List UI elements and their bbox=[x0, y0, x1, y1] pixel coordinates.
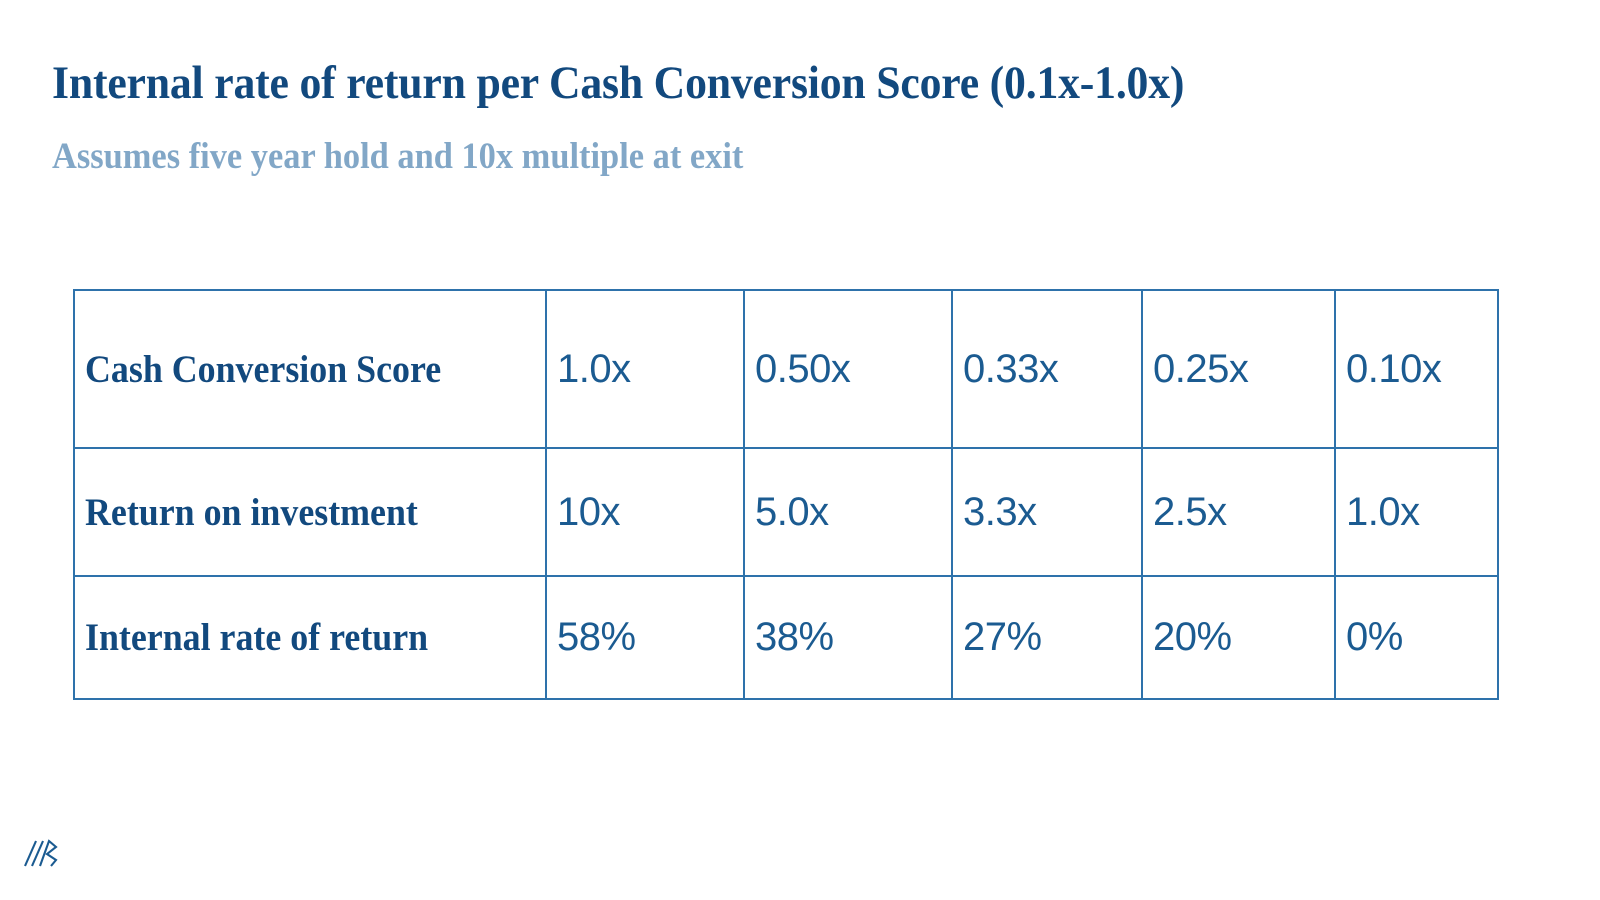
page-subtitle: Assumes five year hold and 10x multiple … bbox=[52, 136, 744, 177]
irr-table: Cash Conversion Score 1.0x 0.50x 0.33x 0… bbox=[73, 289, 1499, 700]
cell-ccs-2: 0.50x bbox=[743, 289, 953, 449]
cell-roi-5: 1.0x bbox=[1334, 447, 1499, 577]
cell-irr-4: 20% bbox=[1141, 575, 1336, 700]
cell-roi-2: 5.0x bbox=[743, 447, 953, 577]
table-row: Return on investment 10x 5.0x 3.3x 2.5x … bbox=[73, 447, 1499, 577]
cell-roi-4: 2.5x bbox=[1141, 447, 1336, 577]
slide-canvas: Internal rate of return per Cash Convers… bbox=[0, 0, 1600, 900]
cell-ccs-3: 0.33x bbox=[951, 289, 1143, 449]
table-row: Internal rate of return 58% 38% 27% 20% … bbox=[73, 575, 1499, 700]
row-label-text: Internal rate of return bbox=[85, 616, 429, 659]
cell-ccs-4: 0.25x bbox=[1141, 289, 1336, 449]
cell-irr-3: 27% bbox=[951, 575, 1143, 700]
cell-roi-1: 10x bbox=[545, 447, 745, 577]
data-table-container: Cash Conversion Score 1.0x 0.50x 0.33x 0… bbox=[73, 289, 1499, 700]
row-label-return-on-investment: Return on investment bbox=[73, 447, 547, 577]
cell-irr-5: 0% bbox=[1334, 575, 1499, 700]
page-title: Internal rate of return per Cash Convers… bbox=[52, 57, 1185, 109]
cell-ccs-5: 0.10x bbox=[1334, 289, 1499, 449]
cell-roi-3: 3.3x bbox=[951, 447, 1143, 577]
row-label-text: Return on investment bbox=[85, 490, 418, 534]
cell-irr-1: 58% bbox=[545, 575, 745, 700]
table-row: Cash Conversion Score 1.0x 0.50x 0.33x 0… bbox=[73, 289, 1499, 449]
cell-irr-2: 38% bbox=[743, 575, 953, 700]
row-label-internal-rate-of-return: Internal rate of return bbox=[73, 575, 547, 700]
company-logo-icon bbox=[22, 828, 62, 872]
cell-ccs-1: 1.0x bbox=[545, 289, 745, 449]
row-label-cash-conversion-score: Cash Conversion Score bbox=[73, 289, 547, 449]
row-label-text: Cash Conversion Score bbox=[85, 347, 442, 391]
